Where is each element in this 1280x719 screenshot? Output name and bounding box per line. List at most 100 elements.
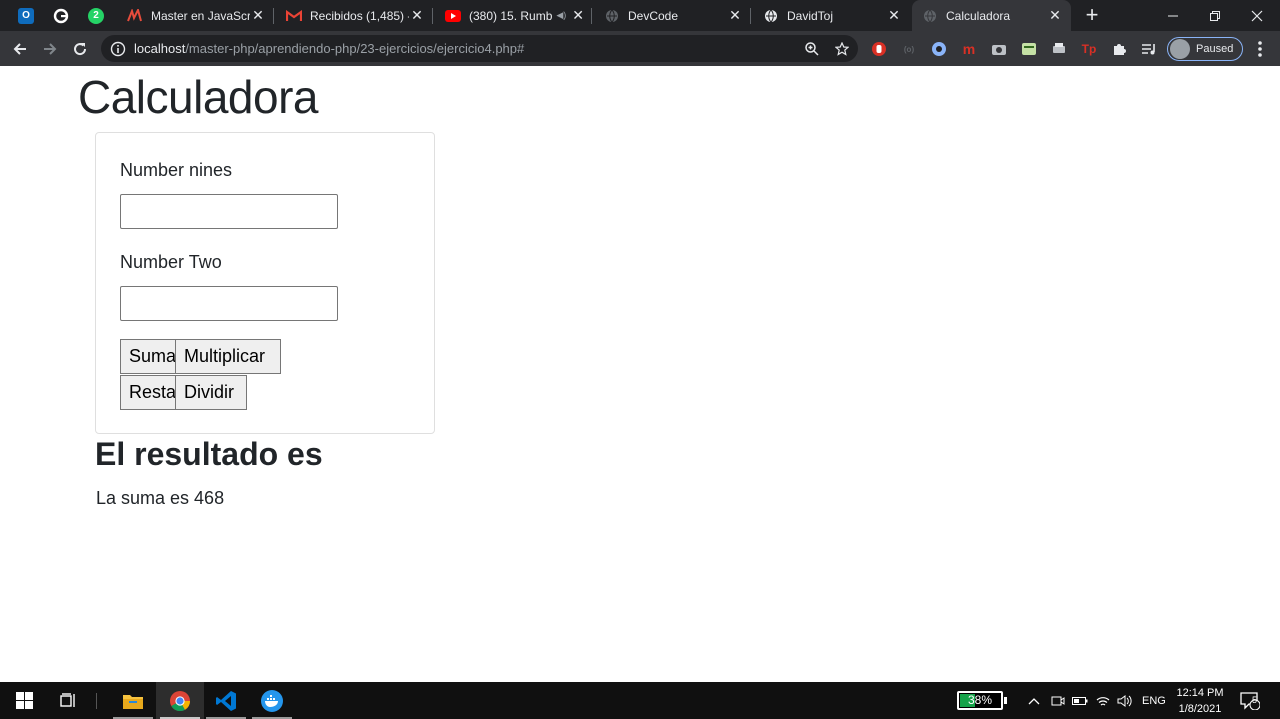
- restore-button[interactable]: [1194, 0, 1236, 31]
- outlook-pinned-tab[interactable]: O: [8, 0, 44, 31]
- close-icon[interactable]: ✕: [409, 7, 425, 24]
- tab-title: Calculadora: [946, 8, 1011, 23]
- vscode-icon: [216, 690, 236, 711]
- tab-devcode[interactable]: DevCode ✕: [594, 0, 751, 31]
- address-bar[interactable]: localhost/master-php/aprendiendo-php/23-…: [101, 35, 858, 62]
- google-pinned-tab[interactable]: [43, 0, 79, 31]
- url-host: localhost: [134, 41, 186, 56]
- tab-separator: [273, 8, 274, 24]
- resta-button[interactable]: Resta: [120, 375, 176, 410]
- profile-button[interactable]: Paused: [1167, 37, 1243, 61]
- camera-icon[interactable]: [990, 40, 1008, 58]
- docker-icon: [261, 689, 283, 712]
- dividir-button[interactable]: Dividir: [175, 375, 247, 410]
- meet-now-icon: [1051, 696, 1065, 705]
- close-icon[interactable]: ✕: [250, 7, 266, 24]
- tab-youtube[interactable]: (380) 15. Rumb ◀) ✕: [435, 0, 592, 31]
- battery-percent: 38%: [967, 693, 993, 707]
- tab-title: DevCode: [628, 8, 679, 23]
- tab-separator: [432, 8, 433, 24]
- close-icon[interactable]: ✕: [1047, 7, 1063, 24]
- close-icon[interactable]: ✕: [572, 7, 584, 24]
- extension-red-icon[interactable]: [870, 40, 888, 58]
- chrome-taskbar-button[interactable]: [156, 682, 204, 719]
- chrome-icon: [170, 690, 191, 711]
- page-title: Calculadora: [78, 71, 318, 123]
- minimize-button[interactable]: [1152, 0, 1194, 31]
- number-two-label: Number Two: [120, 252, 222, 272]
- action-center-button[interactable]: 5: [1240, 682, 1260, 719]
- meet-now-button[interactable]: [1051, 682, 1065, 719]
- audio-playing-icon: ◀): [556, 10, 567, 20]
- extension-blue-icon[interactable]: [930, 40, 948, 58]
- udemy-icon: [127, 8, 143, 24]
- tab-title: Recibidos (1,485) - d: [310, 8, 409, 23]
- outlook-icon: O: [18, 7, 34, 24]
- back-button[interactable]: [7, 36, 33, 62]
- extension-tp-icon[interactable]: Tp: [1080, 40, 1098, 58]
- globe-icon: [922, 8, 938, 24]
- power-button[interactable]: [1072, 682, 1088, 719]
- tab-calculadora[interactable]: Calculadora ✕: [912, 0, 1071, 31]
- folder-icon: [123, 694, 143, 709]
- url-path: /master-php/aprendiendo-php/23-ejercicio…: [185, 41, 525, 56]
- calculator-form: Number nines Number Two Suma Multiplicar…: [95, 132, 435, 434]
- close-icon[interactable]: ✕: [727, 7, 743, 24]
- bookmark-star-icon[interactable]: [833, 40, 851, 58]
- network-button[interactable]: [1096, 682, 1110, 719]
- tab-master-javascript[interactable]: Master en JavaScrip ✕: [117, 0, 274, 31]
- windows-logo-icon: [15, 692, 33, 709]
- forward-button[interactable]: [37, 36, 63, 62]
- task-view-button[interactable]: [44, 682, 92, 719]
- clock[interactable]: 12:14 PM 1/8/2021: [1172, 685, 1228, 717]
- vscode-taskbar-button[interactable]: [202, 682, 250, 719]
- reload-icon: [74, 43, 87, 56]
- speaker-and-close[interactable]: ◀) ✕: [556, 7, 584, 24]
- tab-separator: [591, 8, 592, 24]
- multiplicar-button[interactable]: Multiplicar: [175, 339, 281, 374]
- whatsapp-pinned-tab[interactable]: 2: [78, 0, 114, 31]
- reload-button[interactable]: [67, 36, 93, 62]
- task-view-icon: [59, 693, 75, 707]
- volume-button[interactable]: [1117, 682, 1133, 719]
- speaker-icon: [1117, 694, 1132, 707]
- new-tab-button[interactable]: +: [1080, 4, 1104, 28]
- avatar: [1170, 39, 1190, 59]
- extension-m-icon[interactable]: m: [960, 40, 978, 58]
- tab-gmail[interactable]: Recibidos (1,485) - d ✕: [276, 0, 433, 31]
- suma-button[interactable]: Suma: [120, 339, 176, 374]
- extensions-puzzle-icon[interactable]: [1110, 40, 1128, 58]
- arrow-left-icon: [13, 43, 26, 55]
- close-icon: [1251, 10, 1263, 21]
- info-icon[interactable]: [110, 41, 126, 57]
- file-explorer-button[interactable]: [109, 682, 157, 719]
- input-language-button[interactable]: ENG: [1142, 682, 1166, 719]
- zoom-icon[interactable]: [803, 40, 821, 58]
- battery-tip: [1004, 697, 1007, 704]
- arrow-right-icon: [44, 43, 57, 55]
- google-icon: [53, 8, 69, 24]
- media-queue-icon[interactable]: [1140, 40, 1158, 58]
- start-button[interactable]: [0, 682, 48, 719]
- number-two-input[interactable]: [120, 286, 338, 321]
- battery-indicator[interactable]: 38%: [957, 691, 1003, 710]
- extension-green-icon[interactable]: [1020, 40, 1038, 58]
- number-one-input[interactable]: [120, 194, 338, 229]
- clock-time: 12:14 PM: [1176, 687, 1224, 699]
- browser-tabstrip: O 2 Master en JavaScrip ✕ Recibidos (1,4…: [0, 0, 1280, 31]
- more-menu-icon[interactable]: [1252, 39, 1268, 59]
- tab-title: Master en JavaScrip: [151, 8, 250, 23]
- close-window-button[interactable]: [1236, 0, 1278, 31]
- extension-gray-icon[interactable]: (o): [900, 40, 918, 58]
- restore-icon: [1210, 10, 1220, 21]
- url-text[interactable]: localhost/master-php/aprendiendo-php/23-…: [134, 41, 524, 56]
- tab-davidtoj[interactable]: DavidToj ✕: [753, 0, 910, 31]
- printer-icon[interactable]: [1050, 40, 1068, 58]
- gmail-icon: [286, 8, 302, 24]
- docker-taskbar-button[interactable]: [248, 682, 296, 719]
- show-hidden-icons-button[interactable]: [1028, 682, 1040, 719]
- number-one-label: Number nines: [120, 160, 233, 180]
- youtube-icon: [445, 8, 461, 24]
- battery-tray-icon: [1072, 696, 1088, 705]
- close-icon[interactable]: ✕: [886, 7, 902, 24]
